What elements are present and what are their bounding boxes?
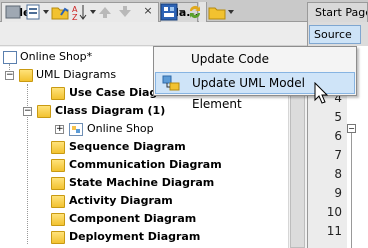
folder-icon	[51, 231, 65, 244]
uml-model-icon	[162, 74, 180, 92]
menu-item-label: Update Code	[191, 52, 269, 66]
tree-item-label: Online Shop	[87, 122, 154, 135]
expand-icon[interactable]: +	[55, 125, 64, 134]
menu-item-update-code[interactable]: Update Code	[155, 49, 355, 71]
fold-toggle[interactable]: −	[347, 124, 356, 133]
sync-icon[interactable]	[186, 3, 204, 21]
tree-item-label: Sequence Diagram	[69, 140, 186, 153]
line-number: 6	[334, 129, 342, 143]
arrow-down-icon[interactable]	[116, 3, 134, 21]
folder-icon	[19, 69, 33, 82]
code-engineering-icon[interactable]	[160, 3, 178, 21]
tree-item-label: Class Diagram (1)	[55, 104, 166, 117]
code-engineering-dropdown-icon[interactable]	[179, 10, 185, 14]
close-icon[interactable]: ×	[142, 5, 154, 17]
tree-item-label: Component Diagram	[69, 212, 197, 225]
line-number: 11	[326, 224, 342, 238]
tree-item-label: UML Diagrams	[36, 68, 117, 81]
folder-icon[interactable]	[208, 3, 226, 21]
line-number: 5	[334, 110, 342, 124]
tab-source[interactable]: Source	[309, 25, 361, 44]
folder-icon	[51, 177, 65, 190]
class-diagram-icon	[69, 123, 83, 136]
folder-icon	[51, 141, 65, 154]
line-number: 8	[334, 167, 342, 181]
collapse-icon[interactable]: −	[5, 71, 14, 80]
tree-item-label: Deployment Diagram	[69, 230, 201, 243]
line-number: 7	[334, 148, 342, 162]
view-mode-icon[interactable]	[24, 3, 42, 21]
folder-dropdown-icon[interactable]	[228, 10, 234, 14]
tab-source-label: Source	[314, 28, 352, 41]
layout-icon[interactable]	[4, 3, 22, 21]
open-folder-icon[interactable]	[51, 3, 69, 21]
tree-item-label: Communication Diagram	[69, 158, 222, 171]
tree-scrollbar-thumb[interactable]	[290, 70, 305, 248]
tree-item-label: State Machine Diagram	[69, 176, 215, 189]
code-icon	[162, 51, 180, 69]
fold-guide	[351, 133, 352, 248]
sort-icon[interactable]: AZ	[71, 3, 89, 22]
open-folder-icon	[37, 105, 51, 118]
collapse-icon[interactable]: −	[23, 107, 32, 116]
tab-start-page[interactable]: Start Page	[307, 2, 368, 22]
tree-item-label: Activity Diagram	[69, 194, 173, 207]
arrow-up-icon[interactable]	[96, 3, 114, 21]
tree-root-label: Online Shop*	[20, 50, 93, 63]
folder-icon	[51, 195, 65, 208]
line-number: 9	[334, 186, 342, 200]
view-mode-dropdown-icon[interactable]	[43, 10, 49, 14]
mouse-cursor-icon	[314, 81, 329, 104]
svg-text:Z: Z	[72, 13, 78, 21]
tab-start-page-label: Start Page	[315, 6, 368, 19]
line-number: 10	[326, 205, 342, 219]
folder-icon	[51, 87, 65, 100]
tree-toolbar	[0, 22, 307, 46]
folder-icon	[51, 159, 65, 172]
project-icon	[3, 51, 17, 64]
folder-icon	[51, 213, 65, 226]
